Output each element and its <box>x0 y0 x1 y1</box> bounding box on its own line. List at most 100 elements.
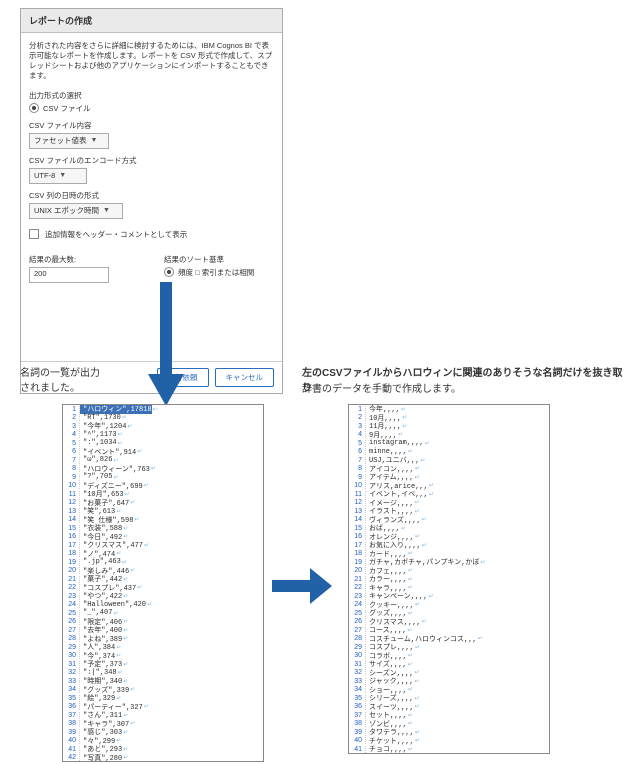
sort-label: 結果のソート基準 <box>164 254 274 265</box>
dialog-body: 分析された内容をさらに詳細に検討するためには、IBM Cognos BI で表示… <box>21 33 282 291</box>
sort-option: 頻度 □ 索引または相関 <box>178 267 254 278</box>
list-item: 24"Halloween",420↵ <box>63 601 263 610</box>
crlf-icon: ↵ <box>401 414 407 421</box>
line-number: 27 <box>63 627 80 634</box>
line-number: 38 <box>349 720 366 727</box>
line-number: 41 <box>349 746 366 753</box>
line-number: 10 <box>63 482 80 489</box>
line-number: 22 <box>63 584 80 591</box>
line-number: 25 <box>63 610 80 617</box>
crlf-icon: ↵ <box>397 431 403 438</box>
line-text: "予定",373 <box>80 659 122 669</box>
crlf-icon: ↵ <box>406 627 412 634</box>
line-text: チョコ,,,, <box>366 744 407 754</box>
crlf-icon: ↵ <box>117 440 123 447</box>
line-number: 10 <box>349 482 366 489</box>
crlf-icon: ↵ <box>122 754 128 761</box>
crlf-icon: ↵ <box>421 618 427 625</box>
crlf-icon: ↵ <box>122 525 128 532</box>
list-item: 41チョコ,,,,↵ <box>349 745 549 754</box>
output-format-radio[interactable]: CSV ファイル <box>29 103 274 114</box>
cancel-button[interactable]: キャンセル <box>215 368 275 387</box>
crlf-icon: ↵ <box>414 499 420 506</box>
dictionary-list[interactable]: 1今年,,,,↵210月,,,,↵311月,,,,↵49月,,,,↵5insta… <box>348 404 550 754</box>
line-number: 23 <box>349 593 366 600</box>
line-number: 34 <box>349 686 366 693</box>
crlf-icon: ↵ <box>117 431 123 438</box>
list-item: 4"^",1173↵ <box>63 431 263 440</box>
crlf-icon: ↵ <box>115 550 121 557</box>
max-results-input[interactable]: 200 <box>29 267 109 283</box>
crlf-icon: ↵ <box>414 703 420 710</box>
checkbox-icon <box>29 229 39 239</box>
sort-radio[interactable]: 頻度 □ 索引または相関 <box>164 267 274 278</box>
csv-content-select[interactable]: ファセット値表 ▼ <box>29 133 109 149</box>
crlf-icon: ↵ <box>129 567 135 574</box>
crlf-icon: ↵ <box>129 686 135 693</box>
crlf-icon: ↵ <box>129 720 135 727</box>
crlf-icon: ↵ <box>122 576 128 583</box>
line-number: 1 <box>63 406 80 413</box>
list-item: 31"予定",373↵ <box>63 660 263 669</box>
line-number: 6 <box>63 448 80 455</box>
crlf-icon: ↵ <box>414 508 420 515</box>
csv-content-label: CSV ファイル内容 <box>29 120 274 131</box>
line-number: 6 <box>349 448 366 455</box>
checkbox-label: 追加情報をヘッダー・コメントとして表示 <box>45 229 187 240</box>
crlf-icon: ↵ <box>122 712 128 719</box>
crlf-icon: ↵ <box>122 678 128 685</box>
crlf-icon: ↵ <box>115 737 121 744</box>
line-number: 21 <box>349 576 366 583</box>
crlf-icon: ↵ <box>421 542 427 549</box>
line-number: 20 <box>349 567 366 574</box>
line-text: "今年",1204 <box>80 421 126 431</box>
radio-icon <box>164 267 174 277</box>
crlf-icon: ↵ <box>407 661 413 668</box>
line-number: 8 <box>349 465 366 472</box>
line-text: instagram,,,, <box>366 439 424 447</box>
line-number: 42 <box>63 754 80 761</box>
line-number: 19 <box>349 559 366 566</box>
max-results-label: 結果の最大数: <box>29 254 109 265</box>
line-number: 22 <box>349 584 366 591</box>
date-format-select[interactable]: UNIX エポック時間 ▼ <box>29 203 123 219</box>
line-number: 40 <box>63 737 80 744</box>
crlf-icon: ↵ <box>136 584 142 591</box>
right-caption-2: 辞書のデータを手動で作成します。 <box>302 382 461 397</box>
crlf-icon: ↵ <box>407 448 413 455</box>
header-comment-checkbox-row[interactable]: 追加情報をヘッダー・コメントとして表示 <box>29 229 274 240</box>
date-format-value: UNIX エポック時間 <box>34 205 99 216</box>
line-number: 3 <box>63 423 80 430</box>
line-number: 8 <box>63 465 80 472</box>
crlf-icon: ↵ <box>401 423 407 430</box>
crlf-icon: ↵ <box>407 652 413 659</box>
left-caption: 名詞の一覧が出力 されました。 <box>20 366 100 396</box>
csv-output-list[interactable]: 1"ハロウィン",17818↵2"RT",1730↵3"今年",1204↵4"^… <box>62 404 264 762</box>
line-number: 26 <box>349 618 366 625</box>
line-number: 4 <box>63 431 80 438</box>
line-number: 13 <box>349 508 366 515</box>
line-number: 40 <box>349 737 366 744</box>
line-number: 27 <box>349 627 366 634</box>
crlf-icon: ↵ <box>407 567 413 574</box>
encoding-select[interactable]: UTF-8 ▼ <box>29 168 87 184</box>
crlf-icon: ↵ <box>407 576 413 583</box>
crlf-icon: ↵ <box>115 695 121 702</box>
crlf-icon: ↵ <box>407 584 413 591</box>
line-number: 36 <box>63 703 80 710</box>
crlf-icon: ↵ <box>407 686 413 693</box>
list-item: 49月,,,,↵ <box>349 431 549 440</box>
line-number: 24 <box>349 601 366 608</box>
line-number: 7 <box>63 457 80 464</box>
crlf-icon: ↵ <box>143 703 149 710</box>
line-text: "^",1173 <box>80 431 117 439</box>
crlf-icon: ↵ <box>115 508 121 515</box>
line-number: 31 <box>349 661 366 668</box>
line-number: 29 <box>63 644 80 651</box>
line-number: 14 <box>63 516 80 523</box>
line-number: 39 <box>63 729 80 736</box>
crlf-icon: ↵ <box>143 482 149 489</box>
line-number: 9 <box>349 474 366 481</box>
crlf-icon: ↵ <box>126 423 132 430</box>
line-number: 2 <box>349 414 366 421</box>
